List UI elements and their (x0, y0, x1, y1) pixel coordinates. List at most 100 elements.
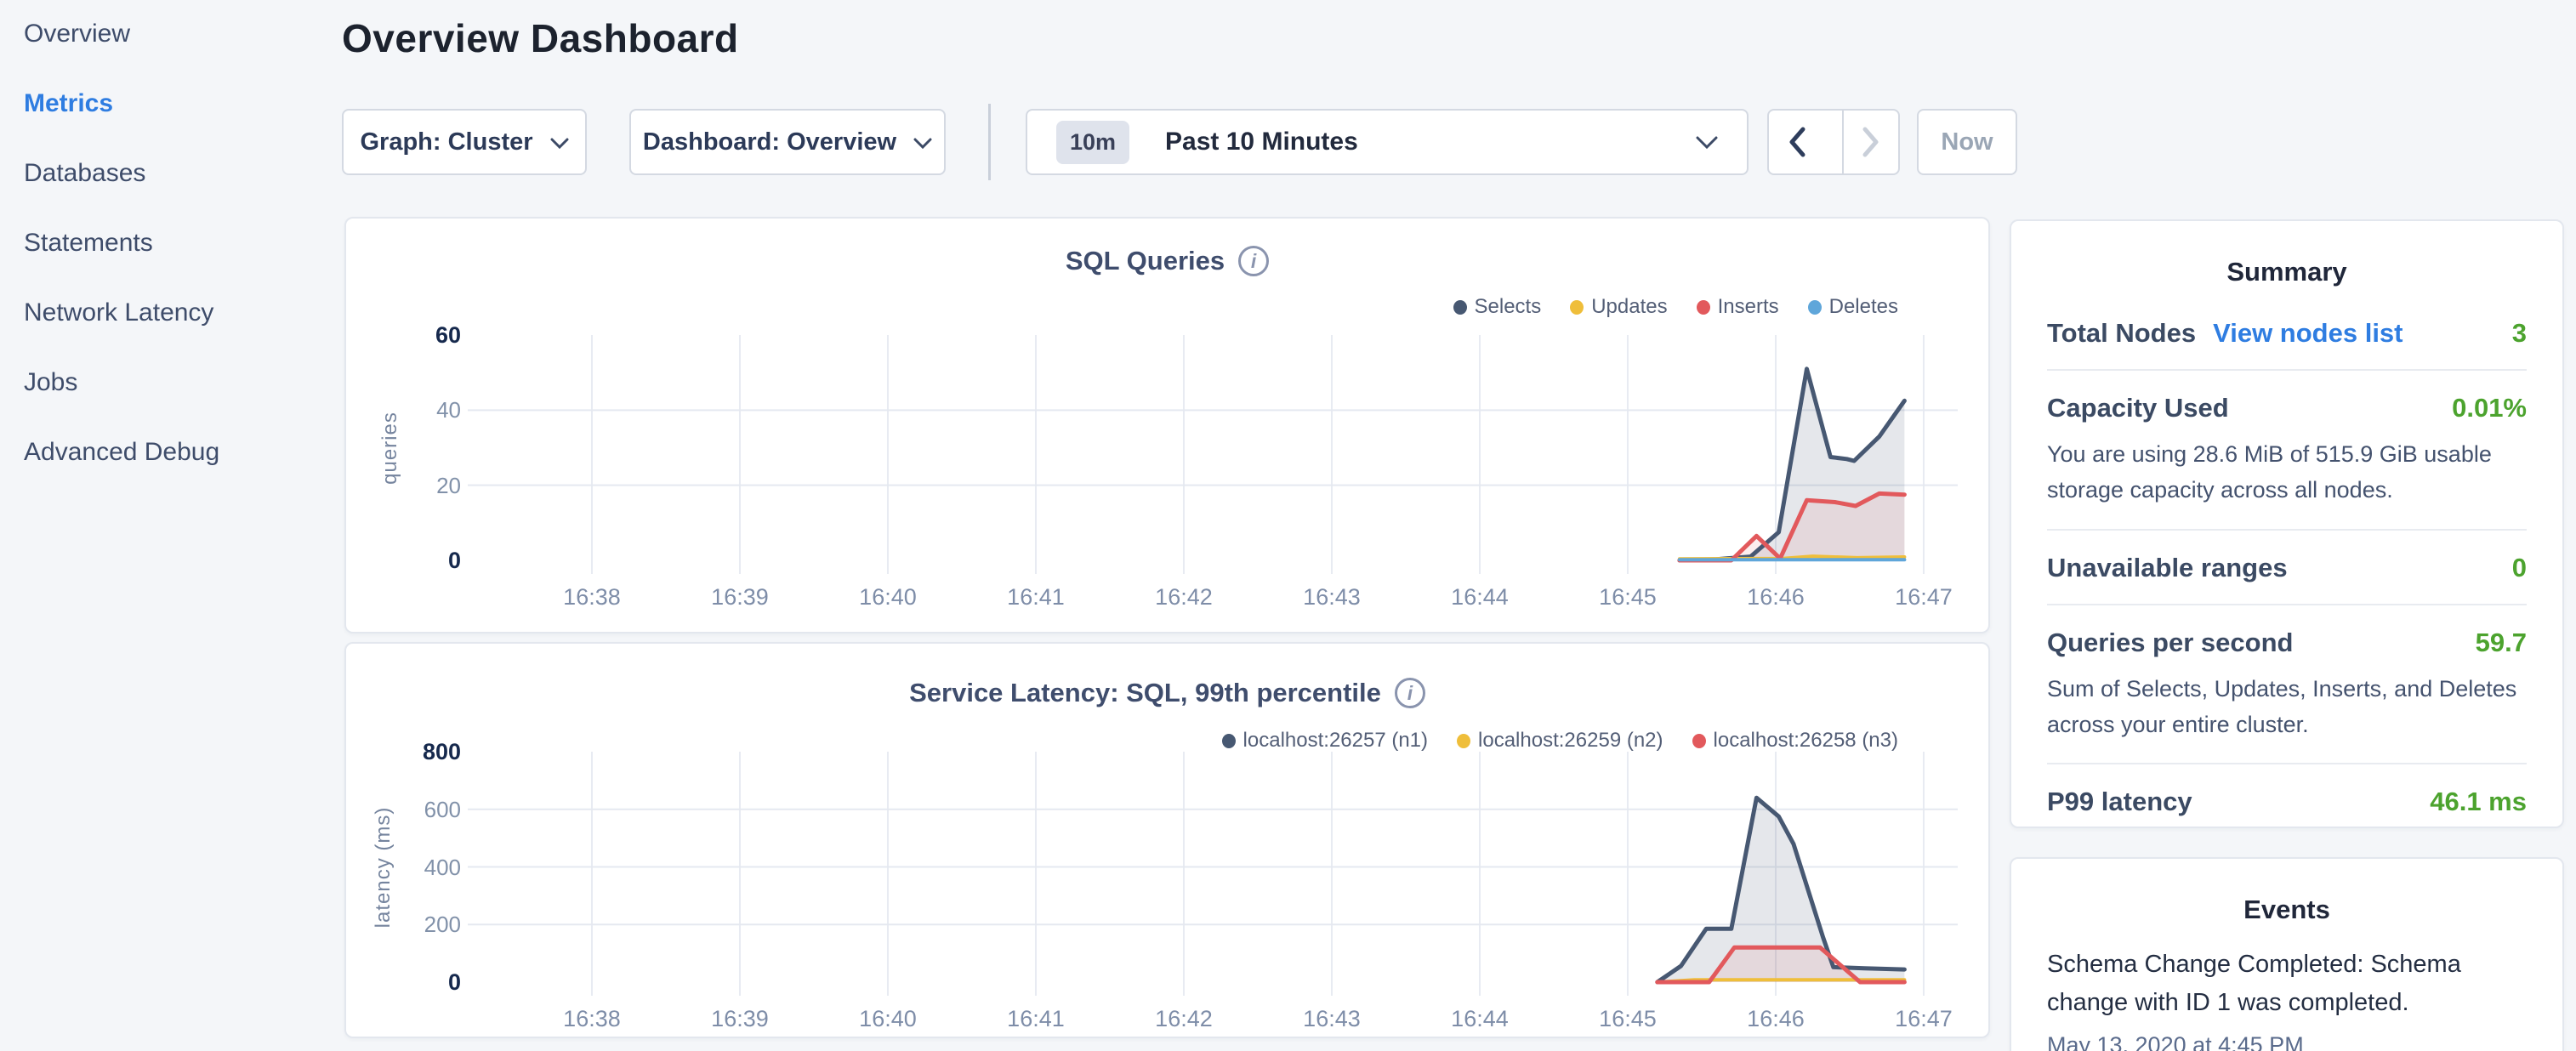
toolbar-divider (988, 104, 991, 180)
info-icon[interactable]: i (1395, 678, 1425, 708)
dashboard-dropdown[interactable]: Dashboard: Overview (629, 109, 946, 175)
chart-legend: Selects Updates Inserts Deletes (1453, 295, 1899, 319)
time-range-dropdown[interactable]: 10m Past 10 Minutes (1026, 109, 1749, 175)
service-latency-chart-card: Service Latency: SQL, 99th percentile i … (344, 642, 1990, 1038)
legend-dot-icon (1570, 300, 1584, 315)
x-axis-tick-label: 16:47 (1895, 584, 1953, 611)
legend-label: Inserts (1718, 295, 1779, 319)
summary-panel: Summary Total Nodes View nodes list 3 Ca… (2010, 219, 2564, 828)
previous-time-window-button[interactable] (1769, 111, 1825, 173)
chart-title: Service Latency: SQL, 99th percentile (909, 678, 1381, 708)
summary-row-unavailable-ranges: Unavailable ranges 0 (2047, 531, 2527, 605)
legend-dot-icon (1697, 300, 1710, 315)
dashboard-dropdown-label: Dashboard: Overview (643, 128, 896, 156)
time-range-label: Past 10 Minutes (1165, 128, 1358, 156)
x-axis-tick-label: 16:44 (1451, 584, 1509, 611)
x-axis-tick-label: 16:42 (1155, 584, 1213, 611)
sidebar-item-statements[interactable]: Statements (24, 221, 340, 265)
x-axis-tick-label: 16:40 (859, 584, 917, 611)
now-button-label: Now (1941, 128, 1993, 156)
legend-item: Deletes (1808, 295, 1898, 319)
summary-row-description: You are using 28.6 MiB of 515.9 GiB usab… (2047, 437, 2527, 508)
now-button[interactable]: Now (1917, 109, 2017, 175)
x-axis-tick-label: 16:44 (1451, 1006, 1509, 1032)
events-panel: Events Schema Change Completed: Schema c… (2010, 857, 2564, 1051)
sidebar-item-metrics[interactable]: Metrics (24, 82, 340, 126)
view-nodes-list-link[interactable]: View nodes list (2213, 318, 2403, 349)
x-axis-tick-label: 16:45 (1599, 584, 1657, 611)
legend-label: Selects (1475, 295, 1542, 319)
legend-label: localhost:26258 (n3) (1714, 729, 1898, 753)
legend-label: Deletes (1829, 295, 1898, 319)
summary-row-label: Capacity Used (2047, 393, 2229, 423)
summary-row-value: 46.1 ms (2430, 787, 2527, 817)
y-axis-tick-label: 800 (383, 739, 461, 765)
summary-row-value: 0.01% (2452, 393, 2527, 423)
summary-row-label: Unavailable ranges (2047, 553, 2288, 583)
legend-dot-icon (1692, 734, 1706, 748)
sidebar: Overview Metrics Databases Statements Ne… (0, 0, 340, 1051)
sidebar-item-network-latency[interactable]: Network Latency (24, 291, 340, 335)
summary-row-value: 59.7 (2476, 628, 2527, 658)
x-axis-tick-label: 16:45 (1599, 1006, 1657, 1032)
x-axis-tick-label: 16:41 (1007, 1006, 1065, 1032)
summary-row-value: 0 (2512, 553, 2527, 583)
sidebar-item-databases[interactable]: Databases (24, 151, 340, 196)
legend-dot-icon (1222, 734, 1236, 748)
summary-row-queries-per-second: Queries per second 59.7 Sum of Selects, … (2047, 605, 2527, 765)
events-heading: Events (2047, 883, 2527, 934)
summary-row-label: Total Nodes (2047, 318, 2196, 349)
y-axis-tick-label: 600 (383, 797, 461, 823)
summary-row-total-nodes: Total Nodes View nodes list 3 (2047, 296, 2527, 371)
legend-item: Updates (1570, 295, 1667, 319)
info-icon[interactable]: i (1238, 246, 1269, 276)
x-axis-tick-label: 16:41 (1007, 584, 1065, 611)
y-axis-tick-label: 0 (383, 969, 461, 996)
overview-dashboard-page: { "app": { "title": "Overview Dashboard"… (0, 0, 2576, 1051)
summary-row-label: Queries per second (2047, 628, 2293, 658)
legend-dot-icon (1453, 300, 1467, 315)
next-time-window-button[interactable] (1842, 111, 1898, 173)
summary-row-label: P99 latency (2047, 787, 2192, 817)
x-axis-tick-label: 16:46 (1747, 584, 1805, 611)
x-axis-tick-label: 16:39 (711, 584, 769, 611)
x-axis-tick-label: 16:43 (1303, 584, 1361, 611)
sidebar-item-advanced-debug[interactable]: Advanced Debug (24, 430, 340, 474)
y-axis-tick-label: 200 (383, 912, 461, 938)
event-timestamp: May 13, 2020 at 4:45 PM (2047, 1032, 2527, 1051)
legend-label: localhost:26259 (n2) (1478, 729, 1663, 753)
legend-dot-icon (1808, 300, 1822, 315)
y-axis-tick-label: 60 (383, 322, 461, 349)
graph-scope-dropdown[interactable]: Graph: Cluster (342, 109, 587, 175)
legend-item: Inserts (1697, 295, 1779, 319)
summary-row-capacity-used: Capacity Used 0.01% You are using 28.6 M… (2047, 371, 2527, 531)
legend-dot-icon (1457, 734, 1470, 748)
x-axis-tick-label: 16:46 (1747, 1006, 1805, 1032)
chevron-down-icon (1696, 128, 1718, 156)
sidebar-item-jobs[interactable]: Jobs (24, 361, 340, 405)
sidebar-item-overview[interactable]: Overview (24, 12, 340, 56)
x-axis-tick-label: 16:38 (563, 1006, 621, 1032)
legend-item: localhost:26257 (n1) (1222, 729, 1428, 753)
y-axis-tick-label: 40 (383, 397, 461, 423)
summary-row-p99-latency: P99 latency 46.1 ms (2047, 764, 2527, 838)
x-axis-tick-label: 16:40 (859, 1006, 917, 1032)
chevron-down-icon (550, 128, 569, 156)
summary-row-value: 3 (2512, 318, 2527, 349)
x-axis-tick-label: 16:43 (1303, 1006, 1361, 1032)
page-title: Overview Dashboard (342, 15, 739, 61)
legend-item: localhost:26259 (n2) (1457, 729, 1663, 753)
legend-label: localhost:26257 (n1) (1243, 729, 1428, 753)
sql-queries-chart-card: SQL Queries i SelectsUpdatesInsertsDelet… (344, 217, 1990, 633)
event-message: Schema Change Completed: Schema change w… (2047, 946, 2527, 1022)
legend-item: localhost:26258 (n3) (1692, 729, 1898, 753)
x-axis-tick-label: 16:47 (1895, 1006, 1953, 1032)
chart-plot (478, 752, 1958, 999)
x-axis-tick-label: 16:42 (1155, 1006, 1213, 1032)
legend-item: Selects (1453, 295, 1542, 319)
x-axis-tick-label: 16:39 (711, 1006, 769, 1032)
time-range-badge: 10m (1056, 121, 1129, 164)
x-axis-tick-label: 16:38 (563, 584, 621, 611)
y-axis-tick-label: 20 (383, 473, 461, 499)
summary-row-description: Sum of Selects, Updates, Inserts, and De… (2047, 672, 2527, 743)
